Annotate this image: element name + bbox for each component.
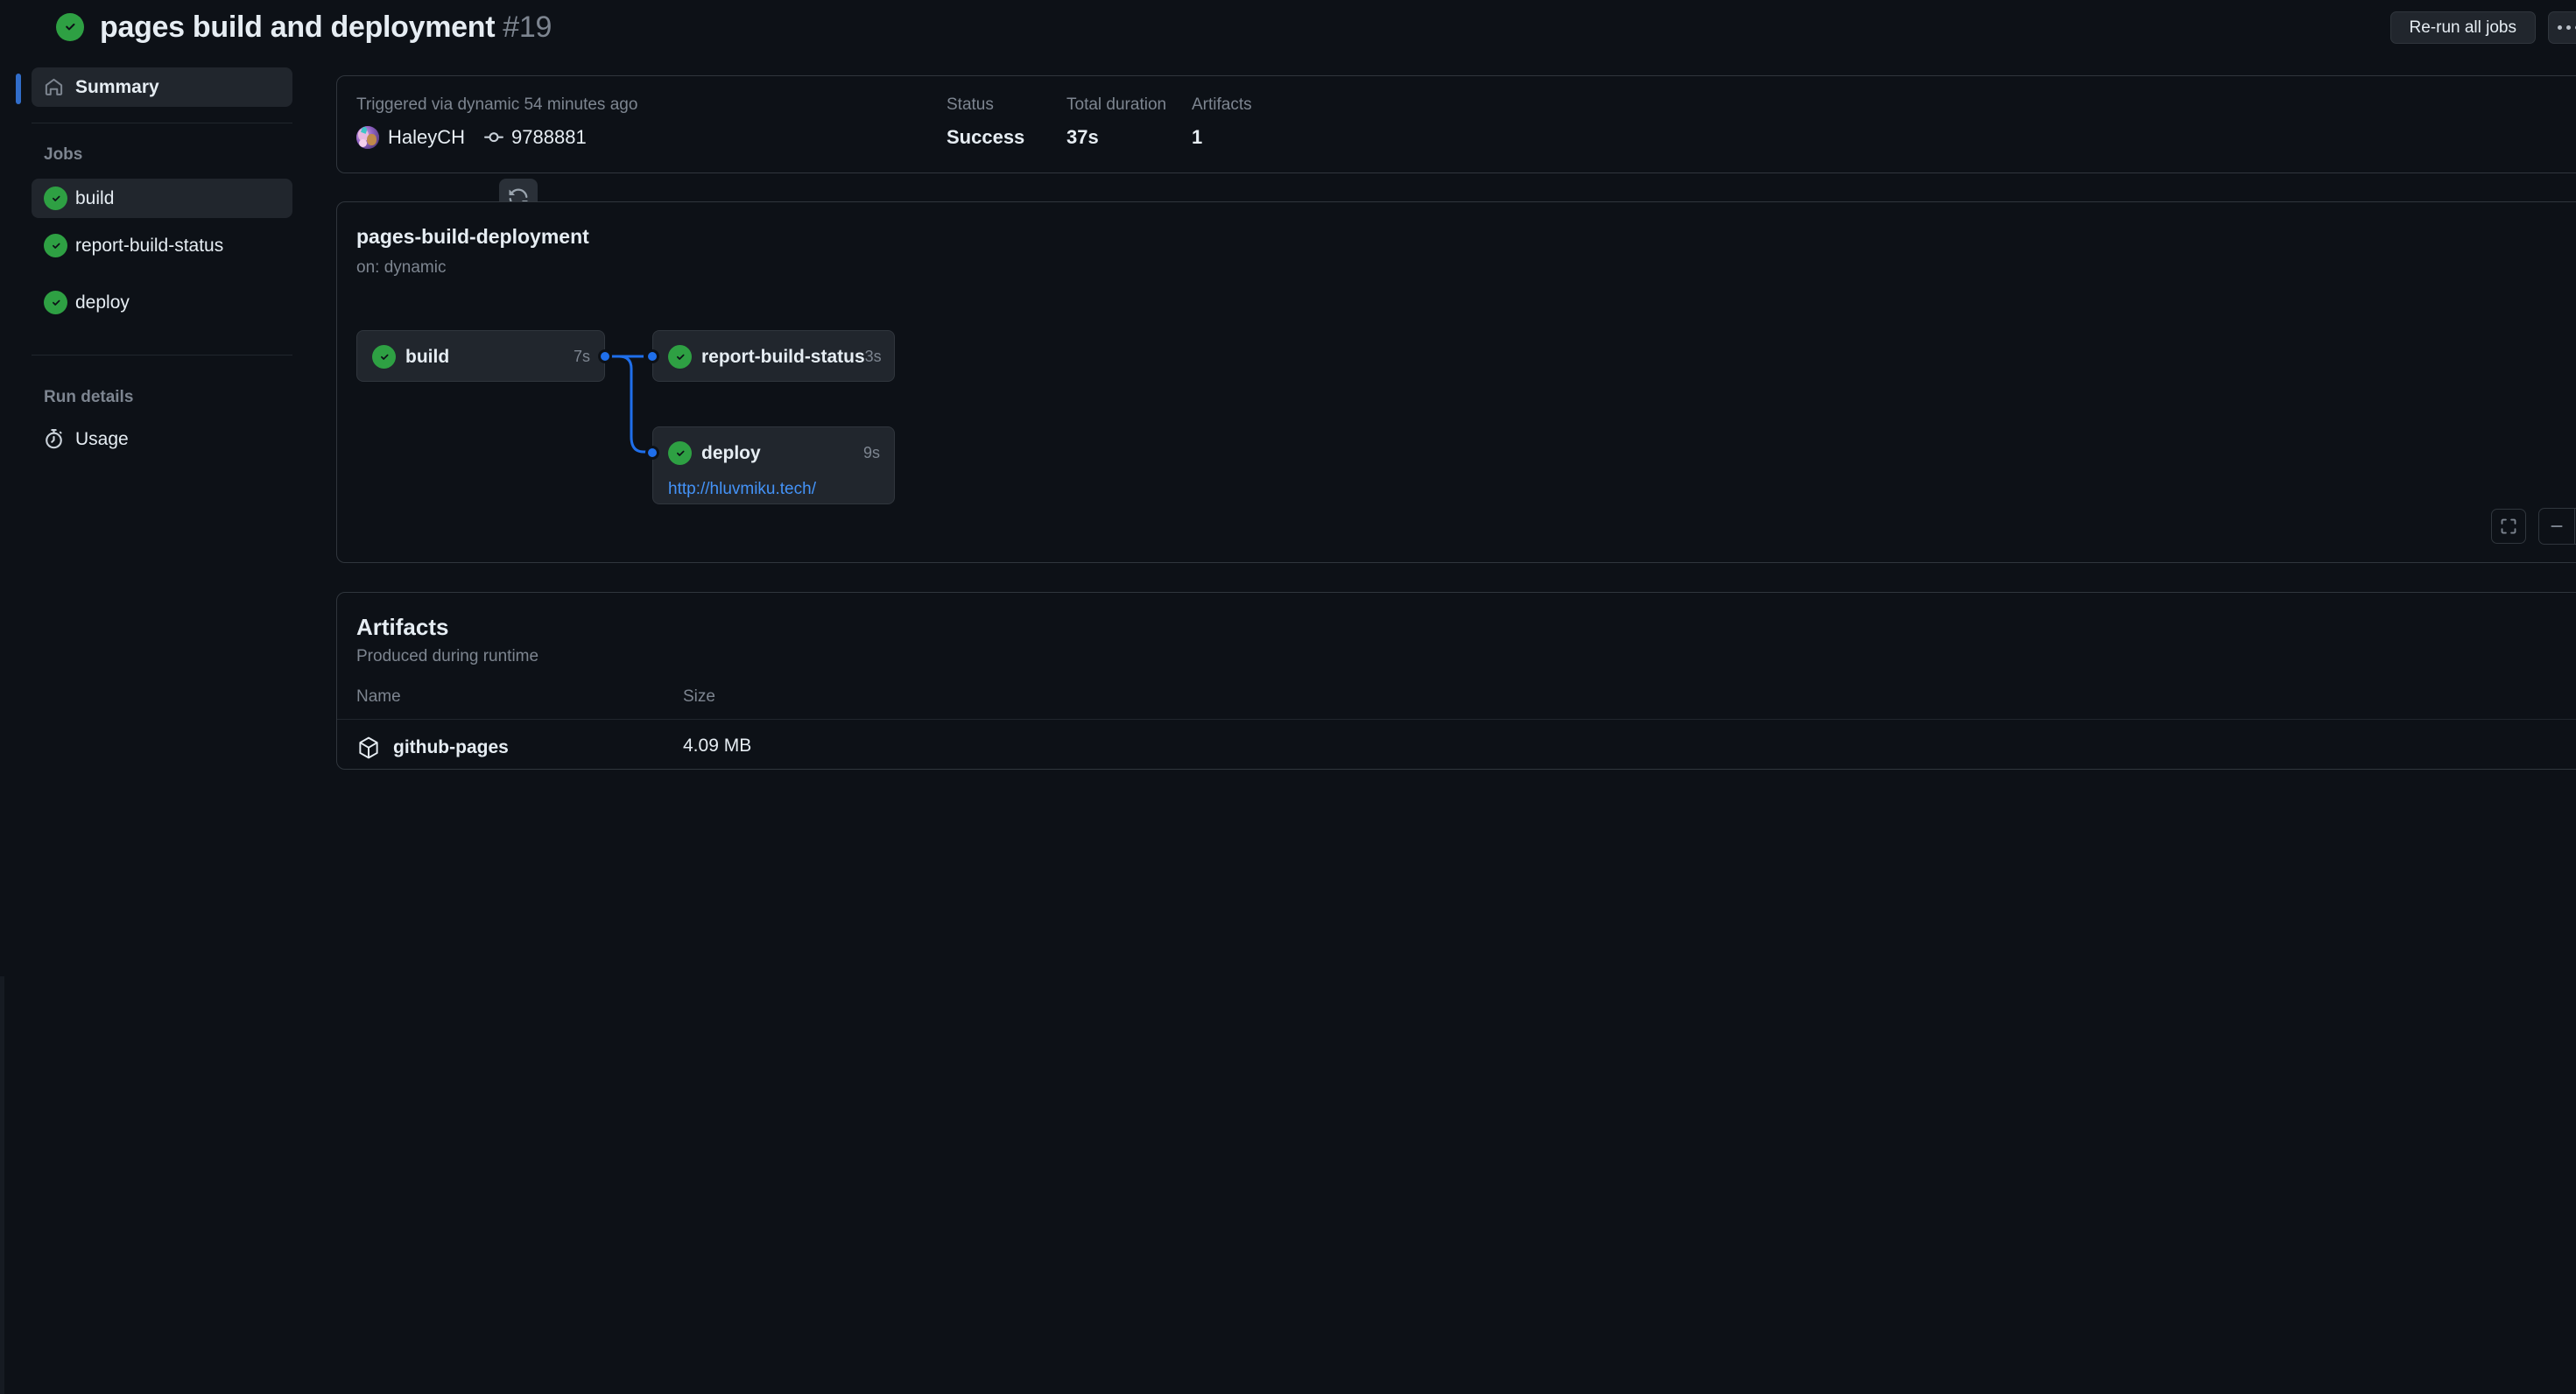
sidebar-item-job-report-build-status[interactable]: report-build-status <box>32 226 292 265</box>
zoom-out-button[interactable] <box>2539 509 2574 544</box>
summary-status-column: Status Success <box>947 95 1024 149</box>
artifacts-table-divider <box>337 719 2576 720</box>
graph-zoom-controls <box>2491 508 2576 545</box>
node-row: report-build-status 3s <box>653 331 894 383</box>
workflow-node-deploy[interactable]: deploy 9s http://hluvmiku.tech/ <box>652 426 895 504</box>
sidebar-item-label: deploy <box>75 292 130 313</box>
node-row: deploy 9s <box>653 427 894 479</box>
kebab-horizontal-icon <box>2558 25 2576 30</box>
sidebar-item-summary[interactable]: Summary <box>32 67 292 107</box>
actor-name[interactable]: HaleyCH <box>388 126 465 149</box>
more-options-button[interactable] <box>2548 11 2576 44</box>
node-output-port-build <box>598 349 612 363</box>
node-label: deploy <box>701 442 761 463</box>
summary-trigger-column: Triggered via dynamic 54 minutes ago Hal… <box>356 95 637 149</box>
sidebar-run-details-heading-2: Run details <box>44 388 133 407</box>
summary-column-label: Total duration <box>1066 95 1167 114</box>
run-title-text: pages build and deployment <box>100 10 496 44</box>
dash-icon <box>2548 517 2565 535</box>
screen-full-icon <box>2500 517 2517 535</box>
summary-duration-column: Total duration 37s <box>1066 95 1166 149</box>
artifacts-subtitle: Produced during runtime <box>356 647 539 665</box>
run-number: #19 <box>503 10 553 44</box>
actor-row: HaleyCH 9788881 <box>356 126 637 149</box>
workflow-trigger: on: dynamic <box>356 258 447 277</box>
node-input-port-deploy <box>645 446 659 460</box>
avatar <box>356 126 379 149</box>
run-summary-card: Triggered via dynamic 54 minutes ago Hal… <box>336 75 2576 173</box>
check-circle-fill-icon <box>372 345 396 369</box>
sidebar: Summary Jobs build report-build-status d… <box>0 54 538 1394</box>
page-title: pages build and deployment #19 <box>100 11 552 45</box>
summary-column-label: Status <box>947 95 994 114</box>
node-duration: 7s <box>573 348 590 365</box>
summary-column-label: Artifacts <box>1192 95 1252 114</box>
artifact-name[interactable]: github-pages <box>393 737 509 758</box>
git-commit-icon <box>484 128 504 147</box>
artifacts-title: Artifacts <box>356 614 449 640</box>
stopwatch-icon <box>44 429 67 449</box>
artifacts-column-header-size: Size <box>683 687 715 706</box>
commit-link[interactable]: 9788881 <box>484 126 587 149</box>
node-row: build 7s <box>357 331 604 383</box>
node-duration: 9s <box>862 444 880 461</box>
sidebar-item-job-deploy[interactable]: deploy <box>32 283 292 322</box>
package-icon <box>356 736 381 760</box>
check-circle-fill-icon <box>44 234 67 257</box>
check-circle-fill-icon <box>56 13 84 41</box>
header-left-group: pages build and deployment #19 <box>56 0 552 54</box>
home-icon <box>44 77 67 97</box>
check-circle-fill-icon <box>44 291 67 314</box>
node-label: build <box>405 346 450 367</box>
artifact-size: 4.09 MB <box>683 736 752 756</box>
status-badge: Success <box>947 126 1025 148</box>
fit-to-screen-button[interactable] <box>2491 509 2526 544</box>
artifacts-count-value: 1 <box>1192 126 1203 148</box>
page-header: pages build and deployment #19 Re-run all… <box>0 0 2576 54</box>
total-duration-value: 37s <box>1066 126 1099 148</box>
sidebar-item-usage[interactable]: Usage <box>32 419 292 459</box>
check-circle-fill-icon <box>668 441 692 465</box>
artifacts-column-header-name: Name <box>356 687 401 706</box>
check-circle-fill-icon <box>44 187 67 210</box>
node-label: report-build-status <box>701 346 865 367</box>
sidebar-divider-2 <box>32 355 292 356</box>
sidebar-item-label: build <box>75 187 115 208</box>
sidebar-item-job-build[interactable]: build <box>32 179 292 218</box>
node-input-port-report-build-status <box>645 349 659 363</box>
sidebar-item-label: Summary <box>75 76 159 97</box>
run-details-label: Run details <box>44 388 134 406</box>
deployment-url-link[interactable]: http://hluvmiku.tech/ <box>668 480 816 499</box>
artifacts-card: Artifacts Produced during runtime Name S… <box>336 592 2576 770</box>
sidebar-item-label: report-build-status <box>75 235 224 256</box>
header-actions: Re-run all jobs <box>2389 11 2576 44</box>
main-content: Triggered via dynamic 54 minutes ago Hal… <box>336 54 2576 1394</box>
workflow-node-build[interactable]: build 7s <box>356 330 605 382</box>
workflow-node-report-build-status[interactable]: report-build-status 3s <box>652 330 895 382</box>
artifact-name-cell: github-pages <box>356 736 509 760</box>
workflow-graph-card: pages-build-deployment on: dynamic build… <box>336 201 2576 563</box>
sidebar-jobs-heading: Jobs <box>44 145 83 164</box>
rerun-all-jobs-button[interactable]: Re-run all jobs <box>2389 11 2536 44</box>
triggered-text: Triggered via dynamic 54 minutes ago <box>356 95 638 114</box>
workflow-name: pages-build-deployment <box>356 225 589 248</box>
node-duration: 3s <box>864 348 882 365</box>
summary-artifacts-column: Artifacts 1 <box>1192 95 1252 149</box>
sidebar-active-indicator <box>16 74 21 104</box>
commit-sha-text: 9788881 <box>511 126 587 148</box>
check-circle-fill-icon <box>668 345 692 369</box>
sidebar-item-label: Usage <box>75 428 129 449</box>
zoom-button-group <box>2538 508 2576 545</box>
